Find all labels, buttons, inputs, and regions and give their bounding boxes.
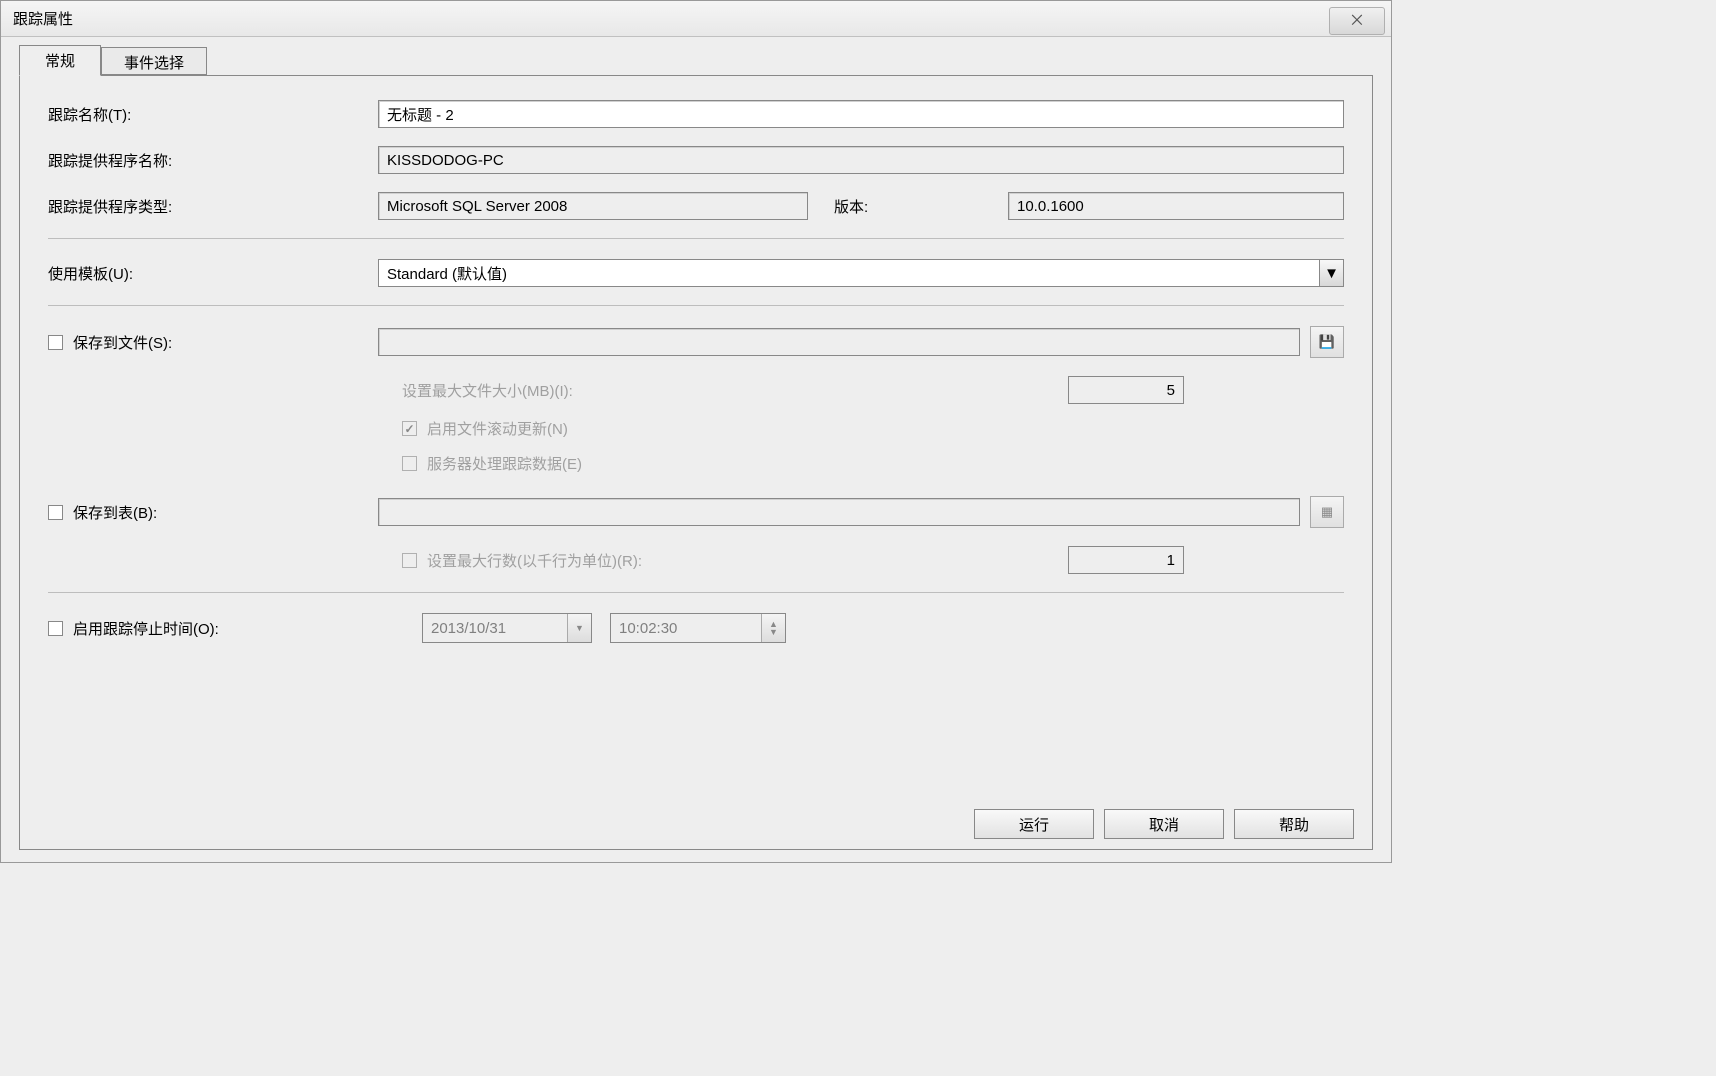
label-save-to-file: 保存到文件(S): bbox=[73, 332, 172, 353]
close-icon: ⨉ bbox=[1351, 12, 1362, 29]
browse-file-button: 💾 bbox=[1310, 326, 1344, 358]
label-template: 使用模板(U): bbox=[48, 263, 378, 284]
stop-time-picker: 10:02:30 ▲ ▼ bbox=[610, 613, 786, 643]
separator-1 bbox=[48, 238, 1344, 239]
label-trace-name: 跟踪名称(T): bbox=[48, 104, 378, 125]
dialog-window: 跟踪属性 ⨉ 常规 事件选择 跟踪名称(T): 跟踪提供程序名称: bbox=[0, 0, 1392, 863]
server-processes-row: 服务器处理跟踪数据(E) bbox=[402, 453, 582, 474]
label-max-file-size: 设置最大文件大小(MB)(I): bbox=[402, 380, 1068, 401]
server-processes-checkbox bbox=[402, 456, 417, 471]
chevron-down-icon: ▼ bbox=[1319, 260, 1343, 286]
run-button[interactable]: 运行 bbox=[974, 809, 1094, 839]
max-rows-input bbox=[1068, 546, 1184, 574]
label-provider-type: 跟踪提供程序类型: bbox=[48, 196, 378, 217]
titlebar: 跟踪属性 ⨉ bbox=[1, 1, 1391, 37]
label-enable-rollover: 启用文件滚动更新(N) bbox=[427, 418, 568, 439]
table-icon: ▦ bbox=[1321, 504, 1333, 520]
max-rows-checkbox bbox=[402, 553, 417, 568]
close-button[interactable]: ⨉ bbox=[1329, 7, 1385, 35]
window-title: 跟踪属性 bbox=[13, 8, 73, 29]
button-bar: 运行 取消 帮助 bbox=[974, 809, 1354, 839]
tab-events[interactable]: 事件选择 bbox=[101, 47, 207, 75]
provider-name-field bbox=[378, 146, 1344, 174]
max-rows-row: 设置最大行数(以千行为单位)(R): bbox=[402, 550, 1068, 571]
version-field bbox=[1008, 192, 1344, 220]
stop-time-value: 10:02:30 bbox=[619, 620, 677, 637]
enable-stop-time-row[interactable]: 启用跟踪停止时间(O): bbox=[48, 618, 378, 639]
template-select[interactable]: Standard (默认值) ▼ bbox=[378, 259, 1344, 287]
enable-stop-time-checkbox[interactable] bbox=[48, 621, 63, 636]
save-to-table-checkbox[interactable] bbox=[48, 505, 63, 520]
save-table-input bbox=[378, 498, 1300, 526]
browse-table-button: ▦ bbox=[1310, 496, 1344, 528]
stop-date-picker: 2013/10/31 ▼ bbox=[422, 613, 592, 643]
separator-2 bbox=[48, 305, 1344, 306]
trace-name-input[interactable] bbox=[378, 100, 1344, 128]
help-button[interactable]: 帮助 bbox=[1234, 809, 1354, 839]
label-max-rows: 设置最大行数(以千行为单位)(R): bbox=[427, 550, 642, 571]
content-frame: 常规 事件选择 跟踪名称(T): 跟踪提供程序名称: 跟踪提供程序类型: bbox=[13, 45, 1379, 850]
save-file-path-input bbox=[378, 328, 1300, 356]
save-to-file-checkbox-row[interactable]: 保存到文件(S): bbox=[48, 332, 378, 353]
save-to-file-checkbox[interactable] bbox=[48, 335, 63, 350]
cancel-button[interactable]: 取消 bbox=[1104, 809, 1224, 839]
separator-3 bbox=[48, 592, 1344, 593]
max-file-size-input bbox=[1068, 376, 1184, 404]
save-icon: 💾 bbox=[1319, 334, 1335, 350]
tab-strip: 常规 事件选择 bbox=[13, 45, 1379, 79]
tab-panel-general: 跟踪名称(T): 跟踪提供程序名称: 跟踪提供程序类型: 版本: bbox=[19, 75, 1373, 850]
label-save-to-table: 保存到表(B): bbox=[73, 502, 157, 523]
enable-rollover-row: ✓ 启用文件滚动更新(N) bbox=[402, 418, 568, 439]
tab-general[interactable]: 常规 bbox=[19, 45, 101, 76]
label-version: 版本: bbox=[818, 196, 998, 217]
template-value: Standard (默认值) bbox=[387, 263, 507, 284]
provider-type-field bbox=[378, 192, 808, 220]
label-provider-name: 跟踪提供程序名称: bbox=[48, 150, 378, 171]
label-enable-stop-time: 启用跟踪停止时间(O): bbox=[73, 618, 219, 639]
chevron-down-icon: ▼ bbox=[567, 614, 591, 642]
save-to-table-checkbox-row[interactable]: 保存到表(B): bbox=[48, 502, 378, 523]
spinner-icon: ▲ ▼ bbox=[761, 614, 785, 642]
stop-date-value: 2013/10/31 bbox=[431, 620, 506, 637]
enable-rollover-checkbox: ✓ bbox=[402, 421, 417, 436]
label-server-processes: 服务器处理跟踪数据(E) bbox=[427, 453, 582, 474]
